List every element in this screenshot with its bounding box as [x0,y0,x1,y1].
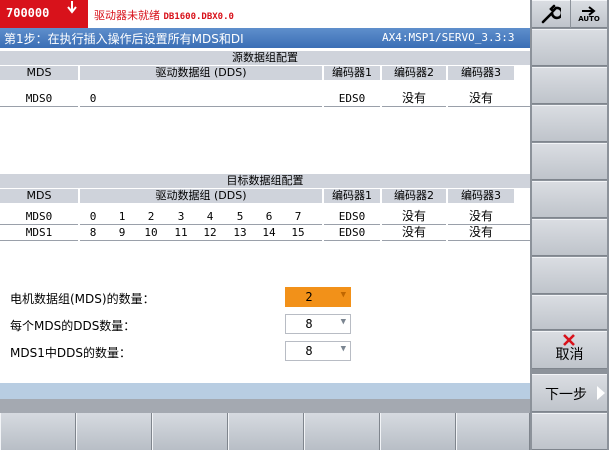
chevron-right-icon [596,385,606,401]
mds1-dds-count-value: 8 [305,344,313,358]
divider-strip [0,399,530,413]
target-row-encoder3: 没有 [468,209,493,223]
column-separator [446,189,448,241]
source-row-mds: MDS0 [25,92,53,105]
target-row-dds: 9 [118,226,126,239]
horizontal-softkey-3[interactable] [152,413,228,450]
source-row-encoder1: EDS0 [338,92,366,105]
auto-mode-label: AUTO [578,15,600,23]
source-row-encoder3: 没有 [468,91,493,105]
column-separator [380,66,382,107]
target-header-encoder2: 编码器2 [382,189,446,203]
column-separator [78,189,80,241]
target-row-encoder1: EDS0 [338,210,366,223]
target-row-dds: 12 [203,226,217,239]
mds-count-value: 2 [305,290,313,304]
column-separator [78,66,80,107]
target-row-mds: MDS1 [25,226,53,239]
column-separator [322,66,324,107]
vertical-softkey-bottom[interactable] [532,413,607,450]
source-header-encoder2: 编码器2 [382,66,446,80]
axis-path: AX4:MSP1/SERVO_3.3:3 [382,31,515,44]
chevron-down-icon: ▼ [340,290,346,300]
dds-per-mds-label: 每个MDS的DDS数量： [10,319,136,333]
target-row-dds: 14 [262,226,276,239]
target-header-encoder1: 编码器1 [324,189,380,203]
horizontal-softkey-6[interactable] [380,413,456,450]
source-header-mds: MDS [0,66,78,80]
source-row-dds: 0 [89,92,97,105]
source-row-encoder2: 没有 [401,91,426,105]
alarm-message: 驱动器未就绪 DB1600.DBX0.0 [94,0,234,28]
target-row-encoder2: 没有 [401,209,426,223]
chevron-down-icon: ▼ [340,344,346,354]
source-header-dds: 驱动数据组 (DDS) [80,66,322,80]
page-title: 第1步：在执行插入操作后设置所有MDS和DI [4,32,244,46]
vertical-softkey-2[interactable] [532,67,607,104]
target-row-dds: 1 [118,210,126,223]
vertical-softkey-3[interactable] [532,105,607,142]
dds-per-mds-select[interactable]: 8 ▼ [285,314,351,334]
source-header-encoder1: 编码器1 [324,66,380,80]
horizontal-softkey-2[interactable] [76,413,152,450]
horizontal-softkey-7[interactable] [456,413,530,450]
vertical-softkey-6[interactable] [532,219,607,256]
vertical-softkey-7[interactable] [532,257,607,294]
target-row-dds: 5 [236,210,244,223]
target-header-encoder3: 编码器3 [448,189,514,203]
chevron-down-icon: ▼ [340,317,346,327]
source-header-encoder3: 编码器3 [448,66,514,80]
target-row-dds: 15 [291,226,305,239]
source-heading: 源数据组配置 [0,51,530,65]
cancel-label: 取消 [555,347,584,363]
horizontal-softkey-4[interactable] [228,413,304,450]
column-separator [380,189,382,241]
target-row-dds: 2 [147,210,155,223]
horizontal-softkey-5[interactable] [304,413,380,450]
dds-per-mds-value: 8 [305,317,313,331]
alarm-signal: DB1600.DBX0.0 [163,12,234,22]
target-header-dds: 驱动数据组 (DDS) [80,189,322,203]
target-row-dds: 3 [177,210,185,223]
target-row-encoder3: 没有 [468,225,493,239]
target-row-encoder2: 没有 [401,225,426,239]
target-row-dds: 11 [174,226,188,239]
target-row-dds: 8 [89,226,97,239]
arrow-down-icon [66,1,80,15]
target-row-dds: 6 [265,210,273,223]
vertical-softkey-4[interactable] [532,143,607,180]
target-row-dds: 13 [233,226,247,239]
target-header-mds: MDS [0,189,78,203]
arrow-right-icon [579,2,599,16]
target-row-dds: 0 [89,210,97,223]
title-bar: 第1步：在执行插入操作后设置所有MDS和DI AX4:MSP1/SERVO_3.… [0,28,530,48]
alarm-message-text: 驱动器未就绪 [94,9,160,22]
target-row-dds: 10 [144,226,158,239]
target-row-dds: 7 [294,210,302,223]
column-separator [322,189,324,241]
vertical-softkey-5[interactable] [532,181,607,218]
target-row-encoder1: EDS0 [338,226,366,239]
mds-count-label: 电机数据组(MDS)的数量： [10,292,155,306]
next-label: 下一步 [545,387,587,403]
horizontal-softkey-1[interactable] [0,413,76,450]
mds1-dds-count-label: MDS1中DDS的数量： [10,346,131,360]
target-row-dds: 4 [206,210,214,223]
target-row-mds: MDS0 [25,210,53,223]
target-heading: 目标数据组配置 [0,174,530,188]
mds1-dds-count-select[interactable]: 8 ▼ [285,341,351,361]
mds-count-select[interactable]: 2 ▼ [285,287,351,307]
vertical-softkey-1[interactable] [532,29,607,66]
vertical-softkey-8[interactable] [532,295,607,330]
status-strip [0,383,530,399]
column-separator [446,66,448,107]
wrench-icon [539,4,564,26]
